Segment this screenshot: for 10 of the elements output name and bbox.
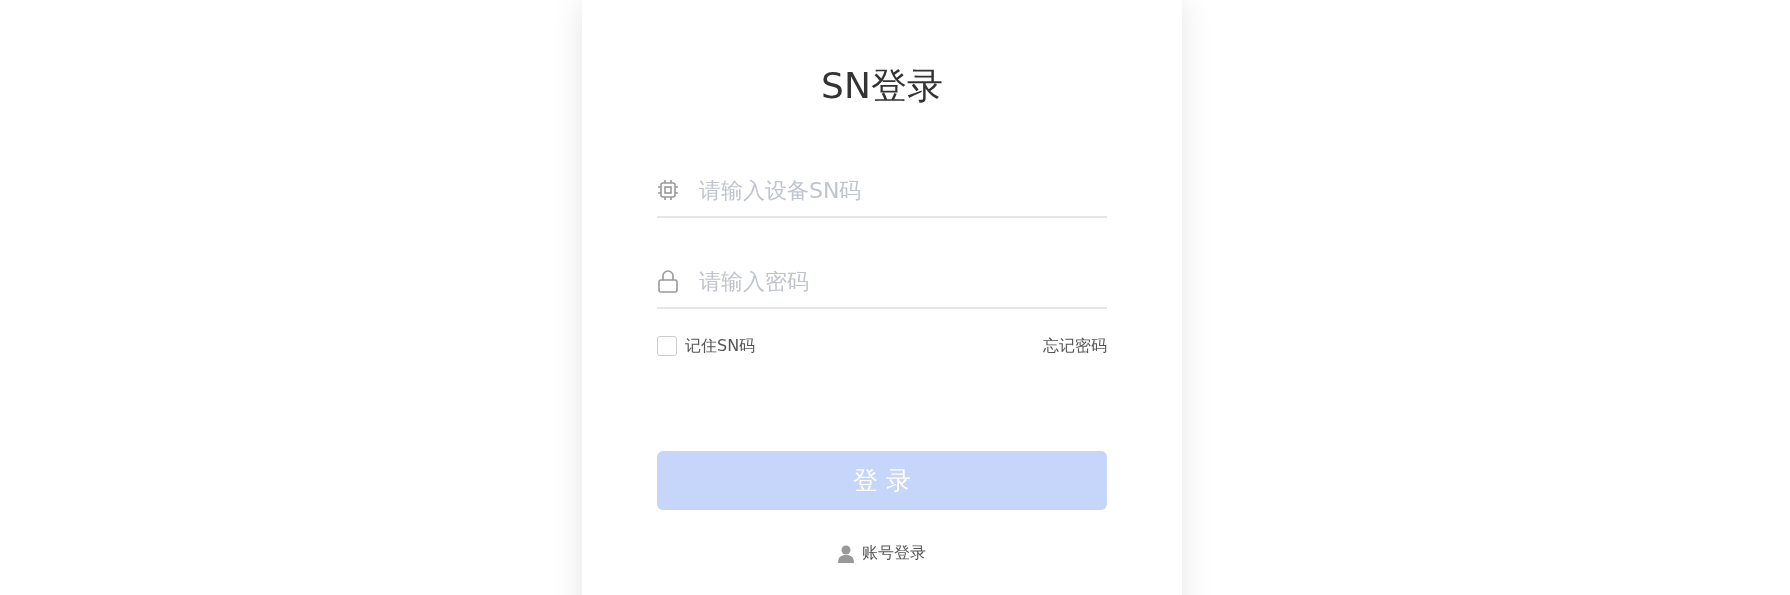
input-field[interactable]: 请输入设备SN码 [699,177,1107,203]
login-title: SN登录 [820,64,944,108]
input-field[interactable]: 请输入密码 [699,268,1107,294]
account-login-link[interactable]: 账号登录 [862,543,926,564]
forgot-password-link[interactable]: 忘记密码 [1043,335,1107,357]
remember-checkbox[interactable]: 记住SN码 [657,335,756,357]
chip-icon [657,179,679,201]
lock-icon [657,269,679,293]
user-icon [838,544,854,563]
remember-label: 记住SN码 [685,335,756,357]
